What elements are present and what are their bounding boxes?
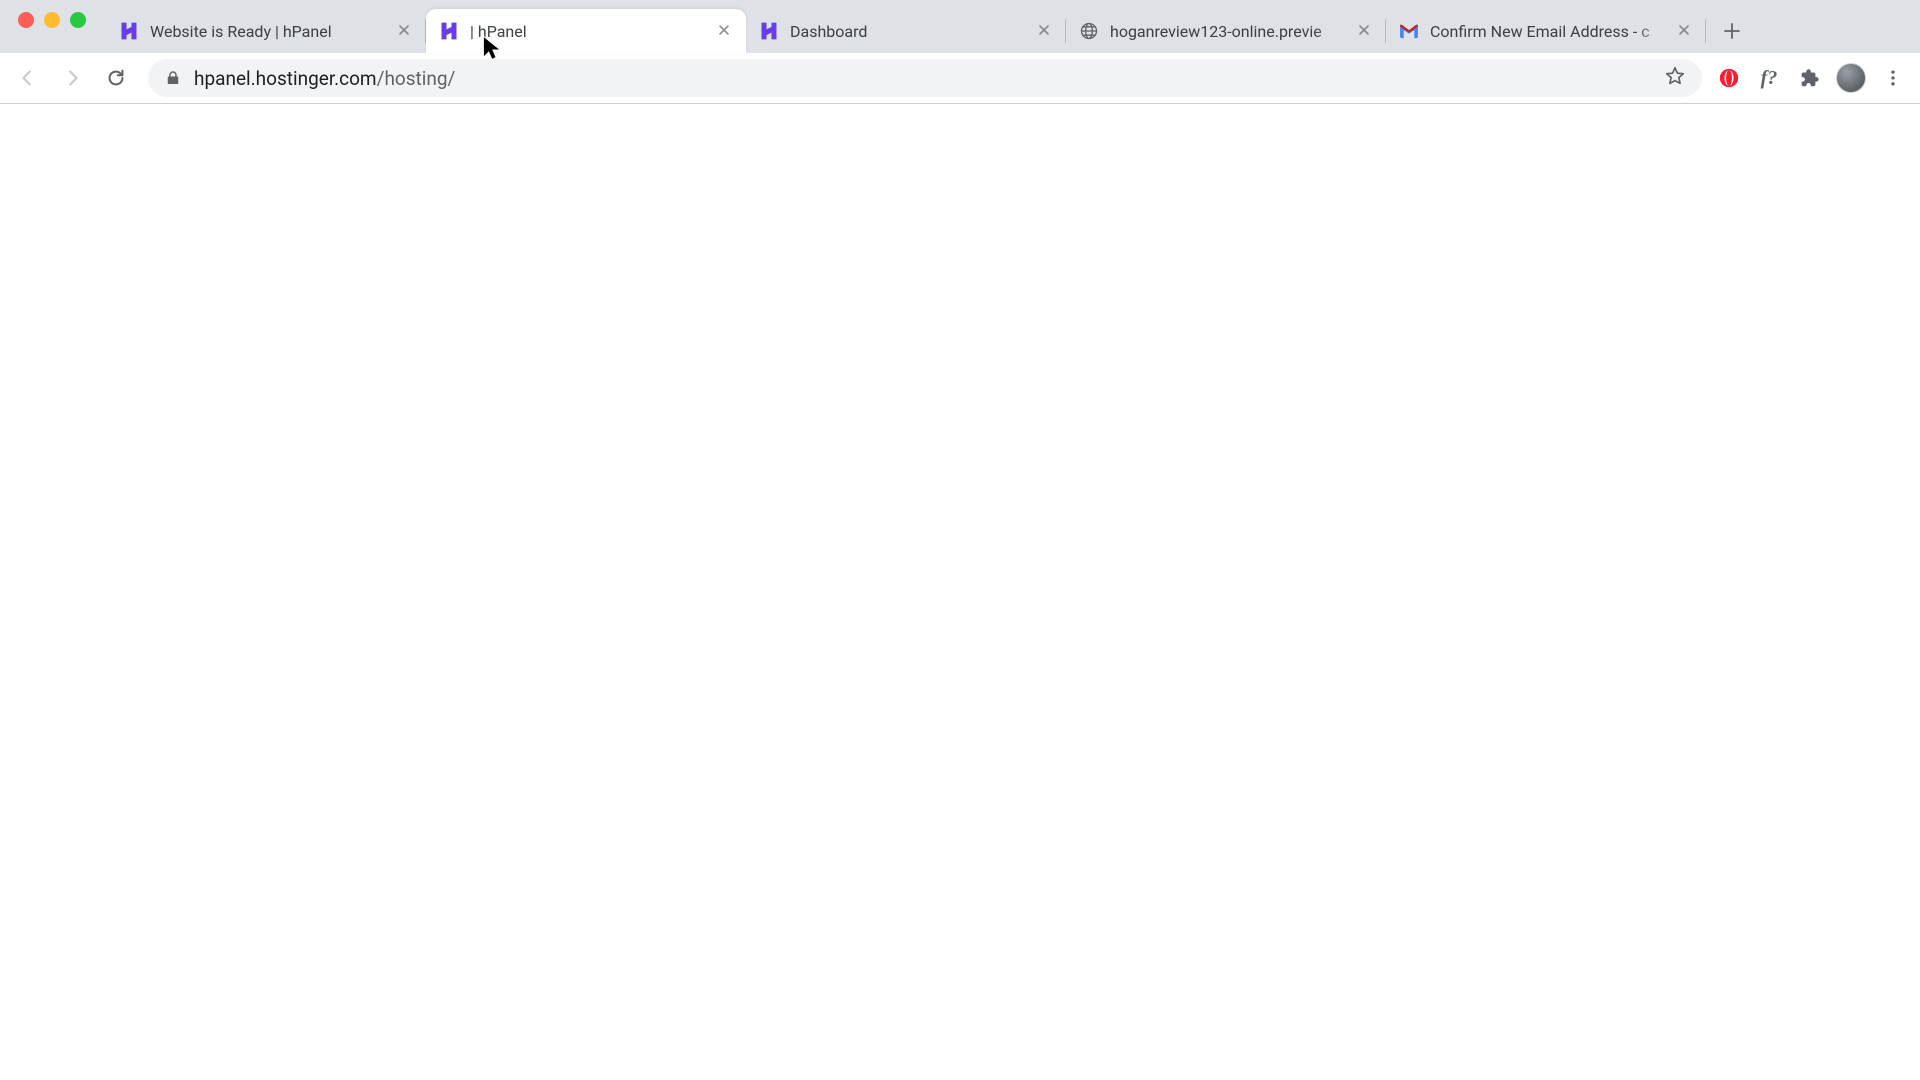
opera-extension-icon[interactable]: [1716, 65, 1742, 91]
back-button[interactable]: [10, 60, 46, 96]
tab-title: Dashboard: [790, 22, 1030, 41]
extensions-puzzle-icon[interactable]: [1796, 65, 1822, 91]
tab-hpanel[interactable]: | hPanel: [426, 9, 746, 53]
kebab-menu-icon[interactable]: [1880, 65, 1906, 91]
tab-strip: Website is Ready | hPanel | hPanel: [0, 0, 1920, 53]
hostinger-icon: [758, 20, 780, 42]
window-controls: [10, 0, 106, 53]
tab-title: Website is Ready | hPanel: [150, 22, 390, 41]
gmail-icon: [1398, 20, 1420, 42]
close-icon[interactable]: [396, 22, 414, 40]
profile-avatar[interactable]: [1836, 63, 1866, 93]
window-maximize-button[interactable]: [70, 12, 86, 28]
url-host: hpanel.hostinger.com: [194, 67, 377, 90]
toolbar: hpanel.hostinger.com/hosting/ f?: [0, 53, 1920, 103]
forward-button[interactable]: [54, 60, 90, 96]
toolbar-right: f?: [1716, 63, 1910, 93]
lock-icon: [164, 69, 182, 87]
close-icon[interactable]: [716, 22, 734, 40]
close-icon[interactable]: [1036, 22, 1054, 40]
hostinger-icon: [118, 20, 140, 42]
url-path: /hosting/: [377, 67, 456, 90]
close-icon[interactable]: [1356, 22, 1374, 40]
tab-website-ready[interactable]: Website is Ready | hPanel: [106, 9, 426, 53]
new-tab-button[interactable]: [1714, 13, 1750, 49]
font-question-extension-icon[interactable]: f?: [1756, 65, 1782, 91]
page-content: [0, 104, 1920, 1080]
globe-icon: [1078, 20, 1100, 42]
reload-button[interactable]: [98, 60, 134, 96]
tab-gmail-confirm[interactable]: Confirm New Email Address - c: [1386, 9, 1706, 53]
close-icon[interactable]: [1676, 22, 1694, 40]
hostinger-icon: [438, 20, 460, 42]
bookmark-star-icon[interactable]: [1664, 65, 1686, 91]
address-bar[interactable]: hpanel.hostinger.com/hosting/: [148, 59, 1702, 97]
tab-preview-site[interactable]: hoganreview123-online.previe: [1066, 9, 1386, 53]
tab-title: hoganreview123-online.previe: [1110, 22, 1350, 41]
window-close-button[interactable]: [18, 12, 34, 28]
browser-chrome: Website is Ready | hPanel | hPanel: [0, 0, 1920, 104]
tab-title: | hPanel: [470, 22, 710, 41]
tab-dashboard[interactable]: Dashboard: [746, 9, 1066, 53]
url-text: hpanel.hostinger.com/hosting/: [194, 67, 1652, 90]
tabs-container: Website is Ready | hPanel | hPanel: [106, 0, 1706, 53]
tab-title: Confirm New Email Address - c: [1430, 22, 1670, 41]
window-minimize-button[interactable]: [44, 12, 60, 28]
